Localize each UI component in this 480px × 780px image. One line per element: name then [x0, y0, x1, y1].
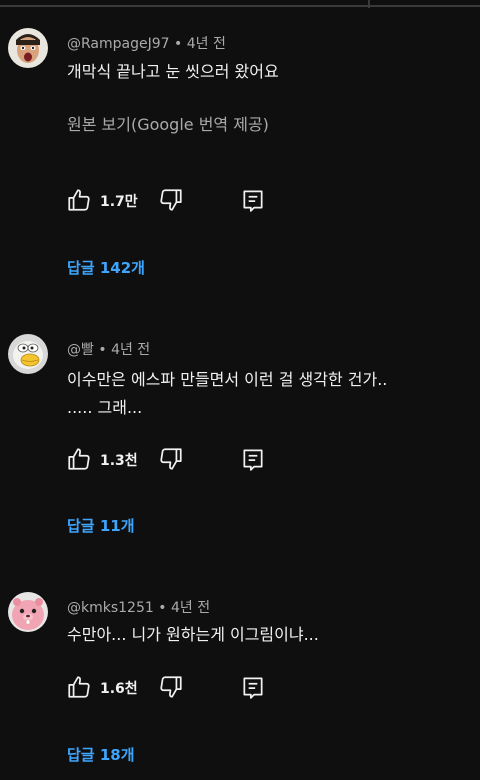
- divider-line: [0, 5, 480, 7]
- like-count: 1.7만: [100, 194, 138, 210]
- thumbs-up-icon: [68, 676, 90, 698]
- see-original-link[interactable]: 원본 보기(Google 번역 제공): [67, 111, 269, 135]
- comment-actions: 1.7만: [66, 186, 286, 214]
- like-button[interactable]: 1.6천: [66, 673, 146, 701]
- thumbs-up-icon: [68, 189, 90, 211]
- comment-actions: 1.6천: [66, 673, 286, 701]
- thumbs-down-icon: [160, 189, 182, 211]
- pink-beaver-avatar-icon[interactable]: [8, 592, 48, 632]
- comment-text: 개막식 끝나고 눈 씻으러 왔어요: [67, 62, 279, 81]
- divider-tick: [368, 0, 370, 8]
- thumbs-up-icon: [68, 448, 90, 470]
- like-count: 1.6천: [100, 681, 138, 697]
- view-replies-button[interactable]: 답글 142개: [67, 257, 145, 278]
- meta-separator: •: [98, 342, 112, 358]
- face-avatar-icon[interactable]: [8, 28, 48, 68]
- reply-comment-icon: [243, 190, 263, 212]
- reply-comment-icon: [243, 449, 263, 471]
- comment-time[interactable]: 4년 전: [111, 342, 150, 358]
- reply-button[interactable]: [240, 445, 268, 473]
- cartoon-duck-avatar-icon[interactable]: [8, 334, 48, 374]
- author-name[interactable]: @빨: [67, 342, 94, 358]
- like-button[interactable]: 1.3천: [66, 445, 146, 473]
- comment-meta: @kmks1251 • 4년 전: [67, 597, 210, 617]
- dislike-button[interactable]: [158, 673, 186, 701]
- author-name[interactable]: @RampageJ97: [67, 36, 170, 52]
- dislike-button[interactable]: [158, 186, 186, 214]
- thumbs-down-icon: [160, 448, 182, 470]
- comment-actions: 1.3천: [66, 445, 286, 473]
- dislike-button[interactable]: [158, 445, 186, 473]
- reply-button[interactable]: [240, 673, 268, 701]
- comment-time[interactable]: 4년 전: [187, 36, 226, 52]
- comment-meta: @빨 • 4년 전: [67, 339, 150, 359]
- thumbs-down-icon: [160, 676, 182, 698]
- comment-text: 수만아... 니가 원하는게 이그림이냐...: [67, 625, 319, 644]
- comment-meta: @RampageJ97 • 4년 전: [67, 33, 226, 53]
- author-name[interactable]: @kmks1251: [67, 600, 154, 616]
- reply-comment-icon: [243, 677, 263, 699]
- meta-separator: •: [158, 600, 171, 616]
- reply-button[interactable]: [240, 186, 268, 214]
- comment-text-line-1: 이수만은 에스파 만들면서 이런 걸 생각한 건가..: [67, 370, 388, 389]
- meta-separator: •: [174, 36, 187, 52]
- view-replies-button[interactable]: 답글 11개: [67, 515, 135, 536]
- view-replies-button[interactable]: 답글 18개: [67, 744, 135, 765]
- like-count: 1.3천: [100, 453, 138, 469]
- top-divider: [0, 0, 480, 8]
- comment-text-line-2: ..... 그래...: [67, 398, 143, 417]
- like-button[interactable]: 1.7만: [66, 186, 146, 214]
- comment-time[interactable]: 4년 전: [171, 600, 210, 616]
